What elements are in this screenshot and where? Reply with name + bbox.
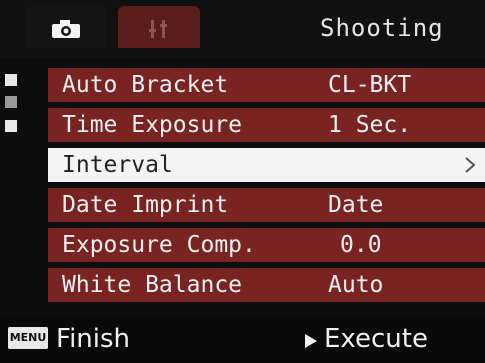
page-indicator-dot	[5, 74, 17, 86]
menu-button-icon[interactable]: MENU	[8, 327, 48, 349]
menu-item-label: Interval	[62, 152, 173, 178]
menu-item-value: 0.0	[340, 232, 382, 258]
menu-item-value: Date	[328, 192, 384, 218]
menu-item-value: 1 Sec.	[328, 112, 412, 138]
camera-icon	[52, 20, 80, 38]
finish-label: Finish	[56, 324, 131, 354]
tab-shooting-camera[interactable]	[26, 6, 106, 48]
bottom-guide-bar: MENU Finish Execute	[0, 318, 485, 363]
menu-item-date-imprint[interactable]: Date Imprint Date	[48, 188, 485, 222]
page-indicator-dot	[5, 120, 17, 132]
menu-item-interval[interactable]: Interval	[48, 148, 485, 182]
menu-item-time-exposure[interactable]: Time Exposure 1 Sec.	[48, 108, 485, 142]
tools-icon	[149, 20, 167, 38]
menu-item-label: Auto Bracket	[62, 72, 229, 98]
menu-item-value: Auto	[328, 272, 384, 298]
play-arrow-icon	[305, 334, 317, 348]
menu-item-white-balance[interactable]: White Balance Auto	[48, 268, 485, 302]
menu-item-label: Date Imprint	[62, 192, 229, 218]
menu-item-value: CL-BKT	[328, 72, 412, 98]
execute-label: Execute	[324, 324, 428, 354]
page-indicator	[0, 62, 40, 302]
tab-setup-tools[interactable]	[118, 6, 200, 48]
menu-item-exposure-comp[interactable]: Exposure Comp. 0.0	[48, 228, 485, 262]
menu-item-label: White Balance	[62, 272, 243, 298]
menu-title: Shooting	[320, 14, 444, 42]
camera-menu-screen: Shooting Auto Bracket CL-BKT Time Exposu…	[0, 0, 485, 363]
page-indicator-dot-active	[5, 96, 17, 108]
menu-item-label: Exposure Comp.	[62, 232, 256, 258]
top-tab-bar: Shooting	[0, 0, 485, 58]
submenu-arrow-icon	[465, 157, 475, 173]
menu-item-label: Time Exposure	[62, 112, 243, 138]
menu-item-auto-bracket[interactable]: Auto Bracket CL-BKT	[48, 68, 485, 102]
